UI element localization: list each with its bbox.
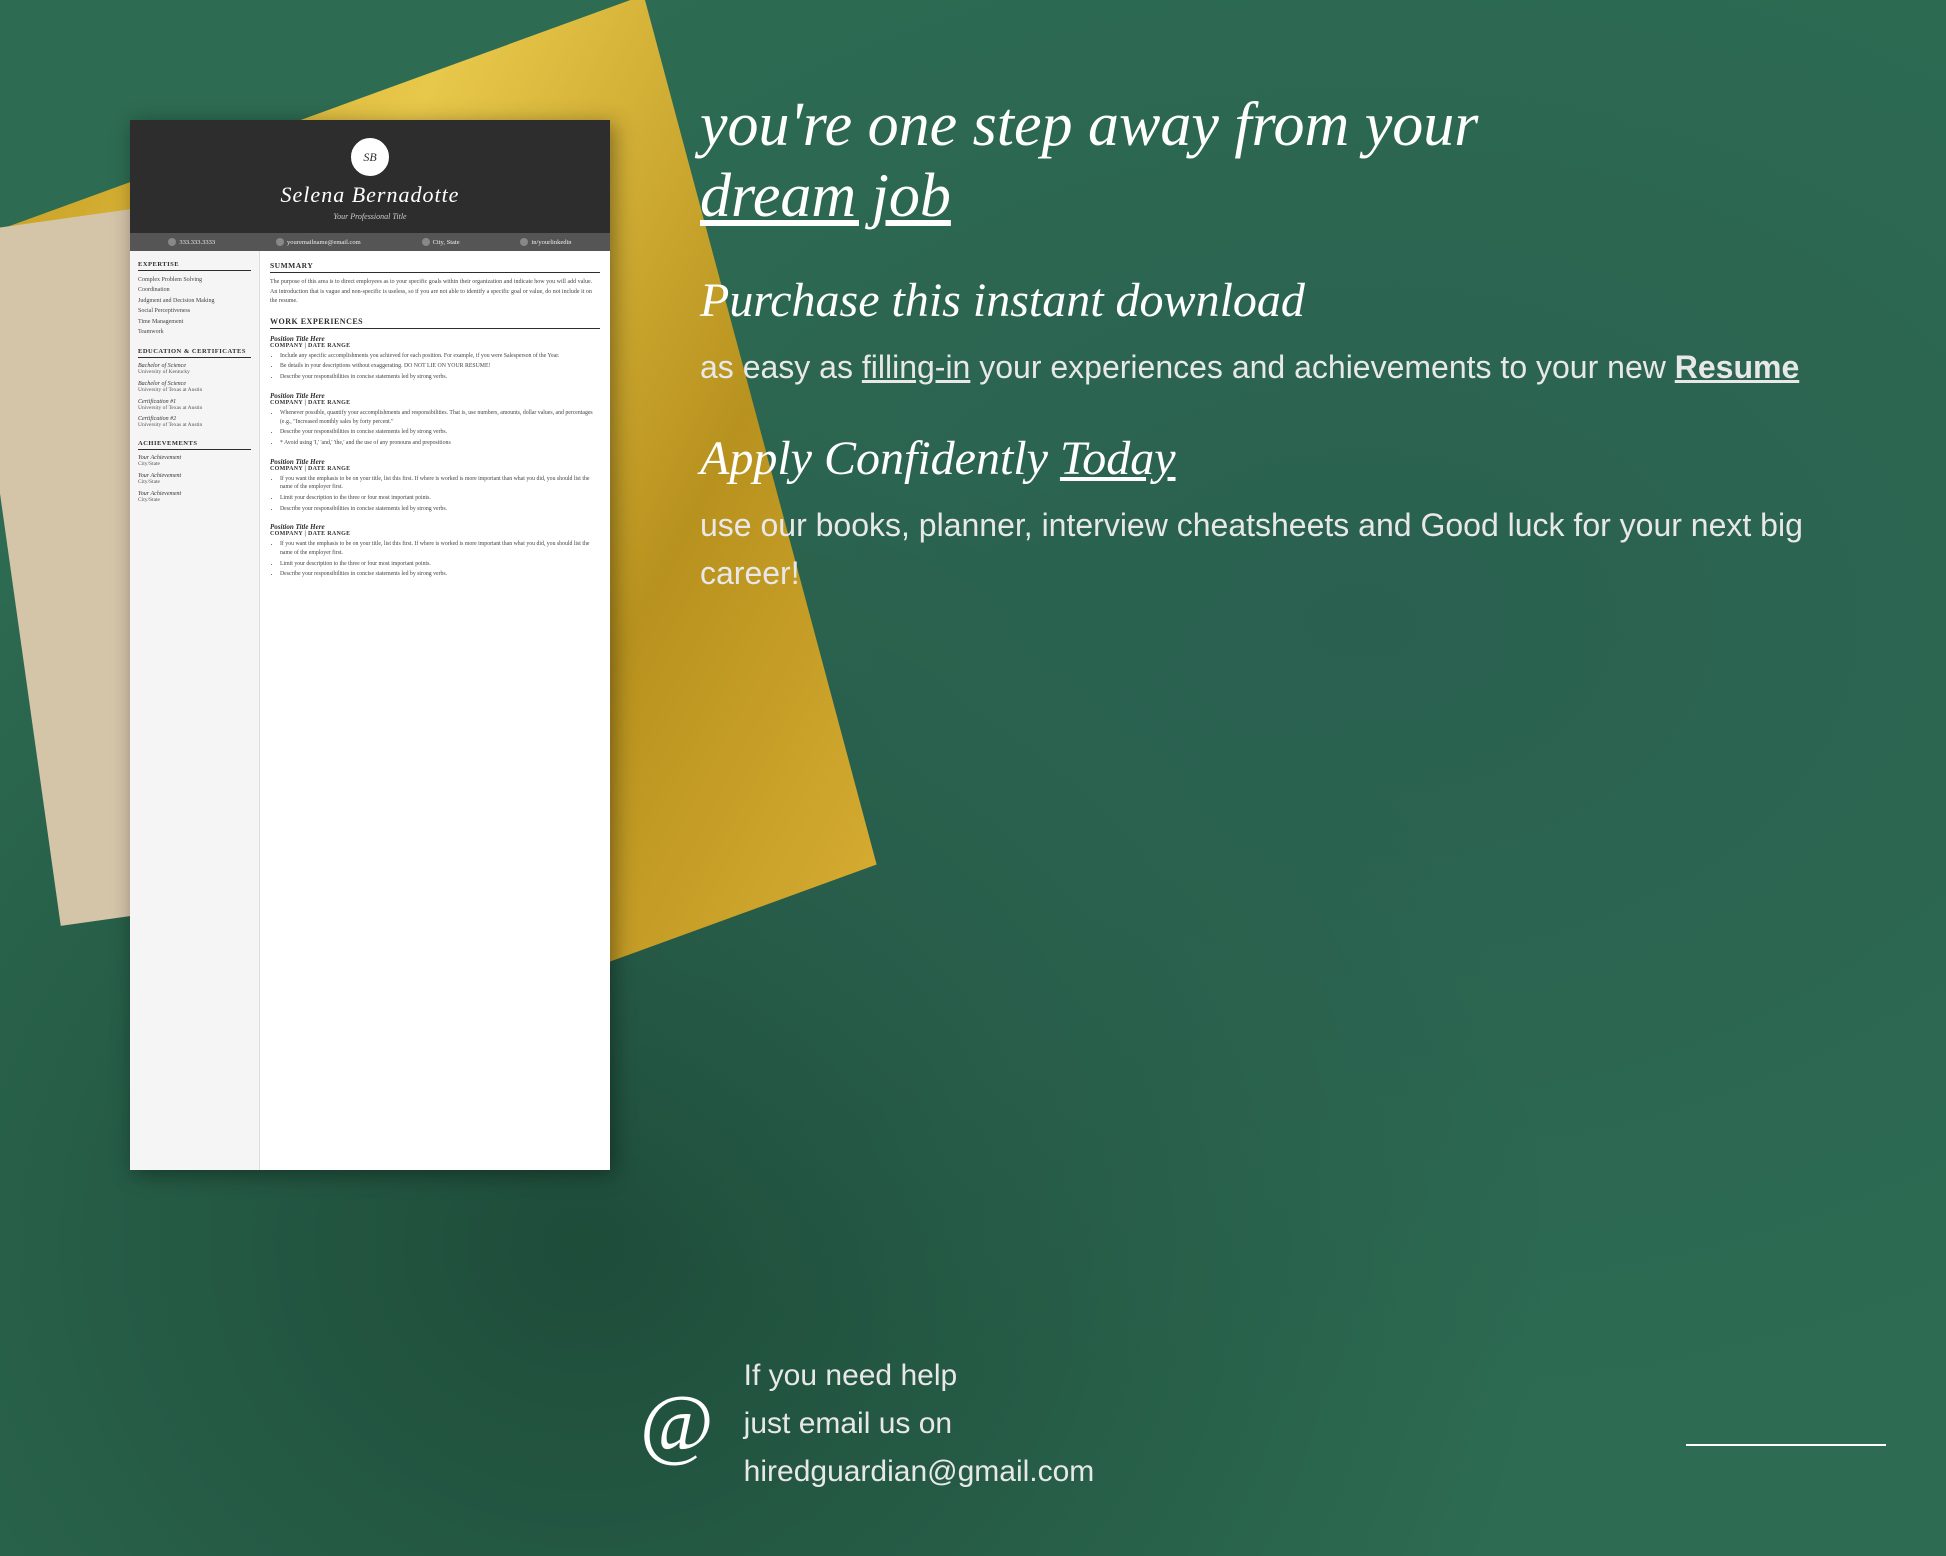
- contact-location: City, State: [422, 238, 460, 246]
- job-3: Position Title Here COMPANY | DATE RANGE…: [270, 458, 600, 514]
- achievement-1: Your Achievement City/State: [138, 455, 251, 467]
- job-company-3: COMPANY | DATE RANGE: [270, 466, 600, 472]
- job-bullets-4: If you want the emphasis to be on your t…: [270, 540, 600, 579]
- tagline: you're one step away from your dream job: [700, 90, 1840, 233]
- edu-school-2: University of Texas at Austin: [138, 387, 251, 393]
- email-icon: [276, 238, 284, 246]
- contact-phone: 333.333.3333: [168, 238, 215, 246]
- resume-document: SB Selena Bernadotte Your Professional T…: [130, 120, 610, 1170]
- cert-school-1: University of Texas at Austin: [138, 405, 251, 411]
- apply-title: Apply Confidently Today: [700, 431, 1840, 486]
- job-bullet-2-3: * Avoid using 'I,' 'and,' 'the,' and the…: [280, 439, 600, 448]
- divider-line: [1686, 1444, 1886, 1446]
- resume-left-column: EXPERTISE Complex Problem Solving Coordi…: [130, 251, 260, 1170]
- email-line2: just email us on: [744, 1400, 1095, 1448]
- phone-icon: [168, 238, 176, 246]
- edu-1: Bachelor of Science University of Kentuc…: [138, 363, 251, 375]
- job-bullet-3-2: Limit your description to the three or f…: [280, 494, 600, 503]
- purchase-body-prefix: as easy as: [700, 349, 862, 385]
- job-bullet-4-2: Limit your description to the three or f…: [280, 560, 600, 569]
- cert-2: Certification #2 University of Texas at …: [138, 416, 251, 428]
- job-title-1: Position Title Here: [270, 335, 600, 343]
- cert-1: Certification #1 University of Texas at …: [138, 399, 251, 411]
- job-title-2: Position Title Here: [270, 392, 600, 400]
- job-bullet-3-1: If you want the emphasis to be on your t…: [280, 475, 600, 492]
- purchase-title: Purchase this instant download: [700, 273, 1840, 328]
- job-bullet-1-2: Be details in your descriptions without …: [280, 362, 600, 371]
- work-experiences-title: WORK EXPERIENCES: [270, 317, 600, 329]
- achievement-loc-1: City/State: [138, 461, 251, 467]
- right-content: you're one step away from your dream job…: [640, 50, 1900, 687]
- skill-6: Teamwork: [138, 328, 251, 336]
- job-bullets-3: If you want the emphasis to be on your t…: [270, 475, 600, 514]
- achievement-3: Your Achievement City/State: [138, 491, 251, 503]
- education-section: EDUCATION & CERTIFICATES Bachelor of Sci…: [138, 348, 251, 428]
- tagline-line1: you're one step away from your: [700, 91, 1478, 159]
- job-bullet-1-3: Describe your responsibilities in concis…: [280, 373, 600, 382]
- expertise-section: EXPERTISE Complex Problem Solving Coordi…: [138, 261, 251, 336]
- purchase-body: as easy as filling-in your experiences a…: [700, 343, 1840, 391]
- achievement-loc-3: City/State: [138, 497, 251, 503]
- summary-title: SUMMARY: [270, 261, 600, 273]
- purchase-resume-link: Resume: [1675, 349, 1800, 385]
- job-company-4: COMPANY | DATE RANGE: [270, 531, 600, 537]
- location-icon: [422, 238, 430, 246]
- email-address: hiredguardian@gmail.com: [744, 1448, 1095, 1496]
- job-bullet-4-1: If you want the emphasis to be on your t…: [280, 540, 600, 557]
- job-title-3: Position Title Here: [270, 458, 600, 466]
- email-section: @ If you need help just email us on hire…: [640, 1352, 1094, 1496]
- job-bullet-1-1: Include any specific accomplishments you…: [280, 352, 600, 361]
- purchase-body-middle: your experiences and achievements to you…: [970, 349, 1674, 385]
- job-2: Position Title Here COMPANY | DATE RANGE…: [270, 392, 600, 448]
- skill-3: Judgment and Decision Making: [138, 297, 251, 305]
- apply-title-prefix: Apply Confidently: [700, 432, 1060, 485]
- job-4: Position Title Here COMPANY | DATE RANGE…: [270, 523, 600, 579]
- resume-name: Selena Bernadotte: [140, 182, 600, 208]
- job-company-1: COMPANY | DATE RANGE: [270, 343, 600, 349]
- job-bullet-3-3: Describe your responsibilities in concis…: [280, 505, 600, 514]
- skill-5: Time Management: [138, 318, 251, 326]
- job-bullets-2: Whenever possible, quantify your accompl…: [270, 409, 600, 448]
- achievement-loc-2: City/State: [138, 479, 251, 485]
- job-bullets-1: Include any specific accomplishments you…: [270, 352, 600, 382]
- expertise-title: EXPERTISE: [138, 261, 251, 271]
- edu-school-1: University of Kentucky: [138, 369, 251, 375]
- job-1: Position Title Here COMPANY | DATE RANGE…: [270, 335, 600, 382]
- job-bullet-2-2: Describe your responsibilities in concis…: [280, 428, 600, 437]
- resume-header: SB Selena Bernadotte Your Professional T…: [130, 120, 610, 233]
- edu-2: Bachelor of Science University of Texas …: [138, 381, 251, 393]
- resume-professional-title: Your Professional Title: [140, 212, 600, 221]
- resume-monogram: SB: [351, 138, 389, 176]
- contact-email: youremailname@email.com: [276, 238, 361, 246]
- linkedin-icon: [520, 238, 528, 246]
- skill-2: Coordination: [138, 286, 251, 294]
- job-bullet-4-3: Describe your responsibilities in concis…: [280, 570, 600, 579]
- email-line1: If you need help: [744, 1352, 1095, 1400]
- job-bullet-2-1: Whenever possible, quantify your accompl…: [280, 409, 600, 426]
- purchase-filling-link: filling-in: [862, 349, 970, 385]
- apply-title-link: Today: [1060, 432, 1176, 485]
- summary-text: The purpose of this area is to direct em…: [270, 278, 600, 307]
- job-company-2: COMPANY | DATE RANGE: [270, 400, 600, 406]
- achievements-section: ACHIEVEMENTS Your Achievement City/State…: [138, 440, 251, 503]
- education-title: EDUCATION & CERTIFICATES: [138, 348, 251, 358]
- cert-school-2: University of Texas at Austin: [138, 422, 251, 428]
- skill-1: Complex Problem Solving: [138, 276, 251, 284]
- resume-right-column: SUMMARY The purpose of this area is to d…: [260, 251, 610, 1170]
- job-title-4: Position Title Here: [270, 523, 600, 531]
- contact-bar: 333.333.3333 youremailname@email.com Cit…: [130, 233, 610, 251]
- email-text: If you need help just email us on hiredg…: [744, 1352, 1095, 1496]
- skill-4: Social Perceptiveness: [138, 307, 251, 315]
- achievement-2: Your Achievement City/State: [138, 473, 251, 485]
- apply-body: use our books, planner, interview cheats…: [700, 501, 1840, 597]
- resume-body: EXPERTISE Complex Problem Solving Coordi…: [130, 251, 610, 1170]
- contact-linkedin: in/yourlinkedin: [520, 238, 571, 246]
- tagline-line2: dream job: [700, 162, 951, 230]
- achievements-title: ACHIEVEMENTS: [138, 440, 251, 450]
- at-icon: @: [640, 1379, 714, 1470]
